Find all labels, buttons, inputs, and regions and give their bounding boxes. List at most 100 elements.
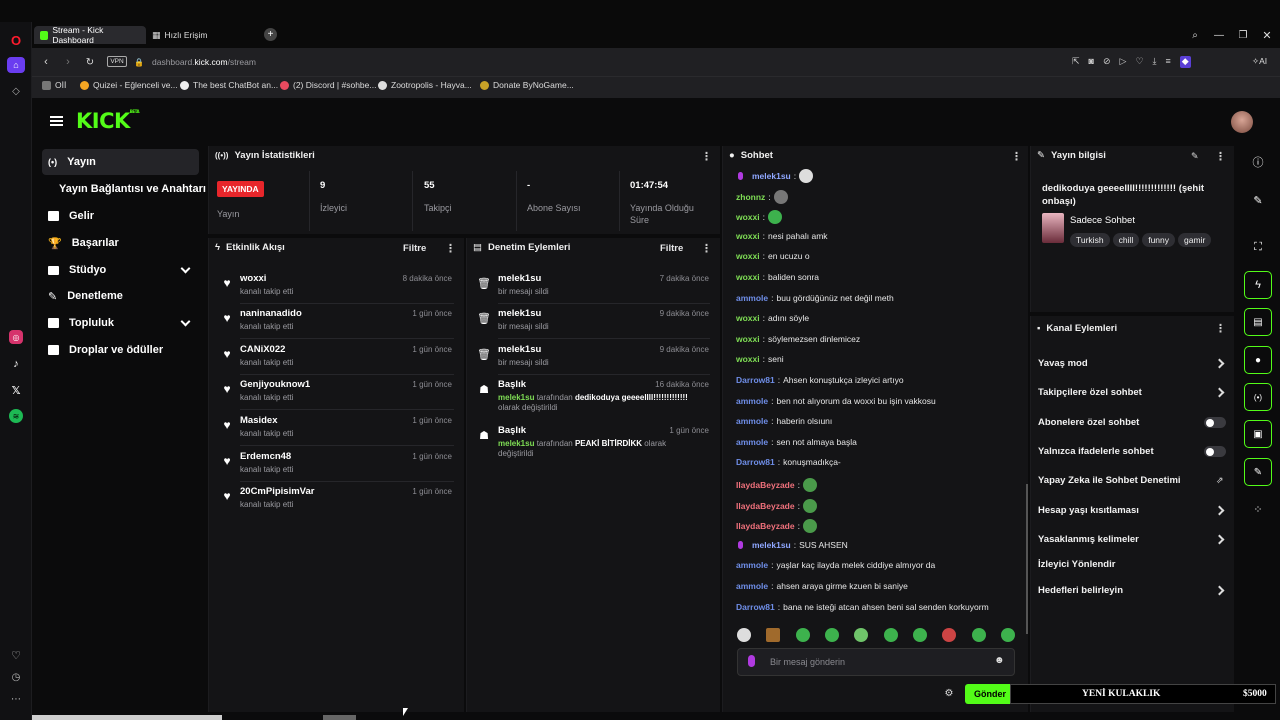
emote-icon[interactable] bbox=[737, 628, 751, 642]
bookmark-2[interactable]: Quizei - Eğlenceli ve... bbox=[80, 80, 178, 90]
chat-username[interactable]: Darrow81 bbox=[736, 602, 775, 612]
action-raid[interactable]: İzleyici Yönlendir bbox=[1038, 559, 1115, 570]
chat-scrollbar[interactable] bbox=[1026, 484, 1028, 634]
chat-message[interactable]: woxxi: en ucuzu o bbox=[736, 251, 810, 261]
emotes-only-toggle[interactable] bbox=[1204, 446, 1226, 457]
tag-chip[interactable]: gamir bbox=[1178, 233, 1212, 247]
activity-row[interactable]: woxxi kanalı takip etti bbox=[240, 273, 293, 296]
emote-icon[interactable] bbox=[854, 628, 869, 642]
activity-user[interactable]: naninanadido bbox=[240, 308, 302, 319]
kick-logo[interactable]: KICKBETA bbox=[76, 109, 140, 133]
chat-username[interactable]: ammole bbox=[736, 560, 768, 570]
chat-message[interactable]: melek1su: SUS AHSEN bbox=[738, 540, 848, 550]
activity-kebab-icon[interactable]: ⋮ bbox=[445, 242, 456, 255]
chat-message[interactable]: ammole: ben not alıyorum da woxxi bu işi… bbox=[736, 396, 936, 406]
maximize-icon[interactable]: ❐ bbox=[1236, 28, 1250, 42]
chat-username[interactable]: woxxi bbox=[736, 212, 760, 222]
chat-message[interactable]: ammole: ahsen araya girme kzuen bi saniy… bbox=[736, 581, 908, 591]
moderation-actor[interactable]: melek1su bbox=[498, 393, 534, 402]
pencil-icon[interactable]: ✎ bbox=[1244, 186, 1272, 214]
chat-username[interactable]: ammole bbox=[736, 416, 768, 426]
chat-message[interactable]: woxxi: adını söyle bbox=[736, 313, 809, 323]
camera-icon[interactable]: ◙ bbox=[1089, 56, 1094, 68]
history-icon[interactable]: ◷ bbox=[9, 670, 23, 684]
activity-user[interactable]: CANiX022 bbox=[240, 344, 293, 355]
reload-icon[interactable]: ↻ bbox=[84, 55, 96, 69]
nav-item-droplar[interactable]: Droplar ve ödüller bbox=[42, 337, 199, 363]
tag-chip[interactable]: chill bbox=[1112, 233, 1140, 247]
chat-message[interactable]: Darrow81: Ahsen konuştukça izleyici artı… bbox=[736, 375, 904, 385]
home-icon[interactable]: ⌂ bbox=[7, 57, 25, 73]
activity-user[interactable]: woxxi bbox=[240, 273, 293, 284]
chat-username[interactable]: woxxi bbox=[736, 251, 760, 261]
heart-outline-icon[interactable]: ♡ bbox=[9, 648, 23, 662]
tab-kick-dashboard[interactable]: Stream - Kick Dashboard bbox=[34, 25, 146, 45]
activity-row[interactable]: Masidex kanalı takip etti bbox=[240, 415, 293, 438]
action-ai-moderation[interactable]: Yapay Zeka ile Sohbet Denetimi bbox=[1038, 475, 1181, 486]
chat-message[interactable]: ammole: haberin olsıunı bbox=[736, 416, 832, 426]
tiktok-icon[interactable]: ♪ bbox=[9, 357, 23, 371]
action-slow-mode[interactable]: Yavaş mod bbox=[1038, 358, 1088, 369]
emote-icon[interactable] bbox=[766, 628, 781, 642]
heart-toolbar-icon[interactable]: ♡ bbox=[1135, 56, 1143, 68]
chat-username[interactable]: zhonnz bbox=[736, 192, 765, 202]
share-icon[interactable]: ⇱ bbox=[1072, 56, 1080, 68]
chat-username[interactable]: woxxi bbox=[736, 334, 760, 344]
nav-item-basarilar[interactable]: 🏆 Başarılar bbox=[42, 230, 199, 256]
stream-info-kebab-icon[interactable]: ⋮ bbox=[1215, 150, 1226, 163]
fullscreen-icon[interactable]: ⛶ bbox=[1244, 233, 1272, 261]
moderation-actor[interactable]: melek1su bbox=[498, 439, 534, 448]
activity-row[interactable]: Erdemcn48 kanalı takip etti bbox=[240, 451, 293, 474]
activity-row[interactable]: naninanadido kanalı takip etti bbox=[240, 308, 302, 331]
emote-icon[interactable] bbox=[942, 628, 957, 642]
chat-username[interactable]: IlaydaBeyzade bbox=[736, 480, 795, 490]
download-icon[interactable]: ⤓ bbox=[1153, 56, 1157, 68]
users-rail-icon[interactable]: ▣ bbox=[1244, 420, 1272, 448]
activity-filter-button[interactable]: Filtre bbox=[403, 243, 426, 254]
chat-message[interactable]: woxxi: söylemezsen dinlemicez bbox=[736, 334, 860, 344]
bookmark-5[interactable]: Zootropolis - Hayva... bbox=[378, 80, 472, 90]
info-icon[interactable]: ⓘ bbox=[1244, 148, 1272, 176]
chat-username[interactable]: ammole bbox=[736, 437, 768, 447]
chat-username[interactable]: Darrow81 bbox=[736, 457, 775, 467]
chat-username[interactable]: ammole bbox=[736, 581, 768, 591]
chat-message[interactable]: IlaydaBeyzade: bbox=[736, 498, 817, 513]
external-link-icon[interactable]: ⇗ bbox=[1216, 475, 1224, 486]
shield-rail-icon[interactable]: ▤ bbox=[1244, 308, 1272, 336]
nav-item-topluluk[interactable]: Topluluk bbox=[42, 310, 199, 336]
action-emotes-only[interactable]: Yalnızca ifadelerle sohbet bbox=[1038, 446, 1154, 457]
chat-message[interactable]: woxxi: bbox=[736, 210, 782, 225]
tag-chip[interactable]: funny bbox=[1142, 233, 1176, 247]
minimize-icon[interactable]: — bbox=[1212, 28, 1226, 42]
bookmark-3[interactable]: The best ChatBot an... bbox=[180, 80, 278, 90]
x-icon[interactable]: 𝕏 bbox=[9, 383, 23, 397]
url-field[interactable]: dashboard.kick.com/stream bbox=[152, 57, 256, 67]
action-banned-words[interactable]: Yasaklanmış kelimeler bbox=[1038, 534, 1139, 545]
close-window-icon[interactable]: ✕ bbox=[1260, 28, 1274, 42]
chat-message[interactable]: woxxi: baliden sonra bbox=[736, 272, 819, 282]
chat-message[interactable]: woxxi: nesi pahalı amk bbox=[736, 231, 828, 241]
action-set-goals[interactable]: Hedefleri belirleyin bbox=[1038, 585, 1123, 596]
adblock-icon[interactable]: ⊘ bbox=[1103, 56, 1111, 68]
chat-username[interactable]: ammole bbox=[736, 293, 768, 303]
emote-icon[interactable] bbox=[883, 628, 898, 642]
spotify-icon[interactable]: ≋ bbox=[9, 409, 23, 423]
chat-username[interactable]: woxxi bbox=[736, 231, 760, 241]
emote-icon[interactable] bbox=[795, 628, 810, 642]
nav-item-stream-key[interactable]: Yayın Bağlantısı ve Anahtarı bbox=[42, 176, 207, 202]
chat-message[interactable]: IlaydaBeyzade: bbox=[736, 478, 817, 492]
moderation-kebab-icon[interactable]: ⋮ bbox=[701, 242, 712, 255]
chat-kebab-icon[interactable]: ⋮ bbox=[1011, 150, 1022, 163]
nav-item-gelir[interactable]: Gelir bbox=[42, 203, 199, 229]
chat-message[interactable]: Darrow81: bana ne isteği atcan ahsen ben… bbox=[736, 602, 989, 612]
emote-icon[interactable] bbox=[1000, 628, 1015, 642]
bookmark-6[interactable]: Donate ByNoGame... bbox=[480, 80, 574, 90]
more-icon[interactable]: ⋯ bbox=[9, 692, 23, 706]
tab-quick-access[interactable]: ▦ Hızlı Erişim bbox=[146, 26, 256, 44]
action-subscribers-only[interactable]: Abonelere özel sohbet bbox=[1038, 417, 1139, 428]
user-avatar[interactable] bbox=[1231, 111, 1253, 133]
stats-kebab-icon[interactable]: ⋮ bbox=[701, 150, 712, 163]
chat-settings-icon[interactable]: ⚙ bbox=[943, 687, 955, 699]
category-thumbnail[interactable] bbox=[1042, 213, 1064, 243]
chat-username[interactable]: woxxi bbox=[736, 313, 760, 323]
